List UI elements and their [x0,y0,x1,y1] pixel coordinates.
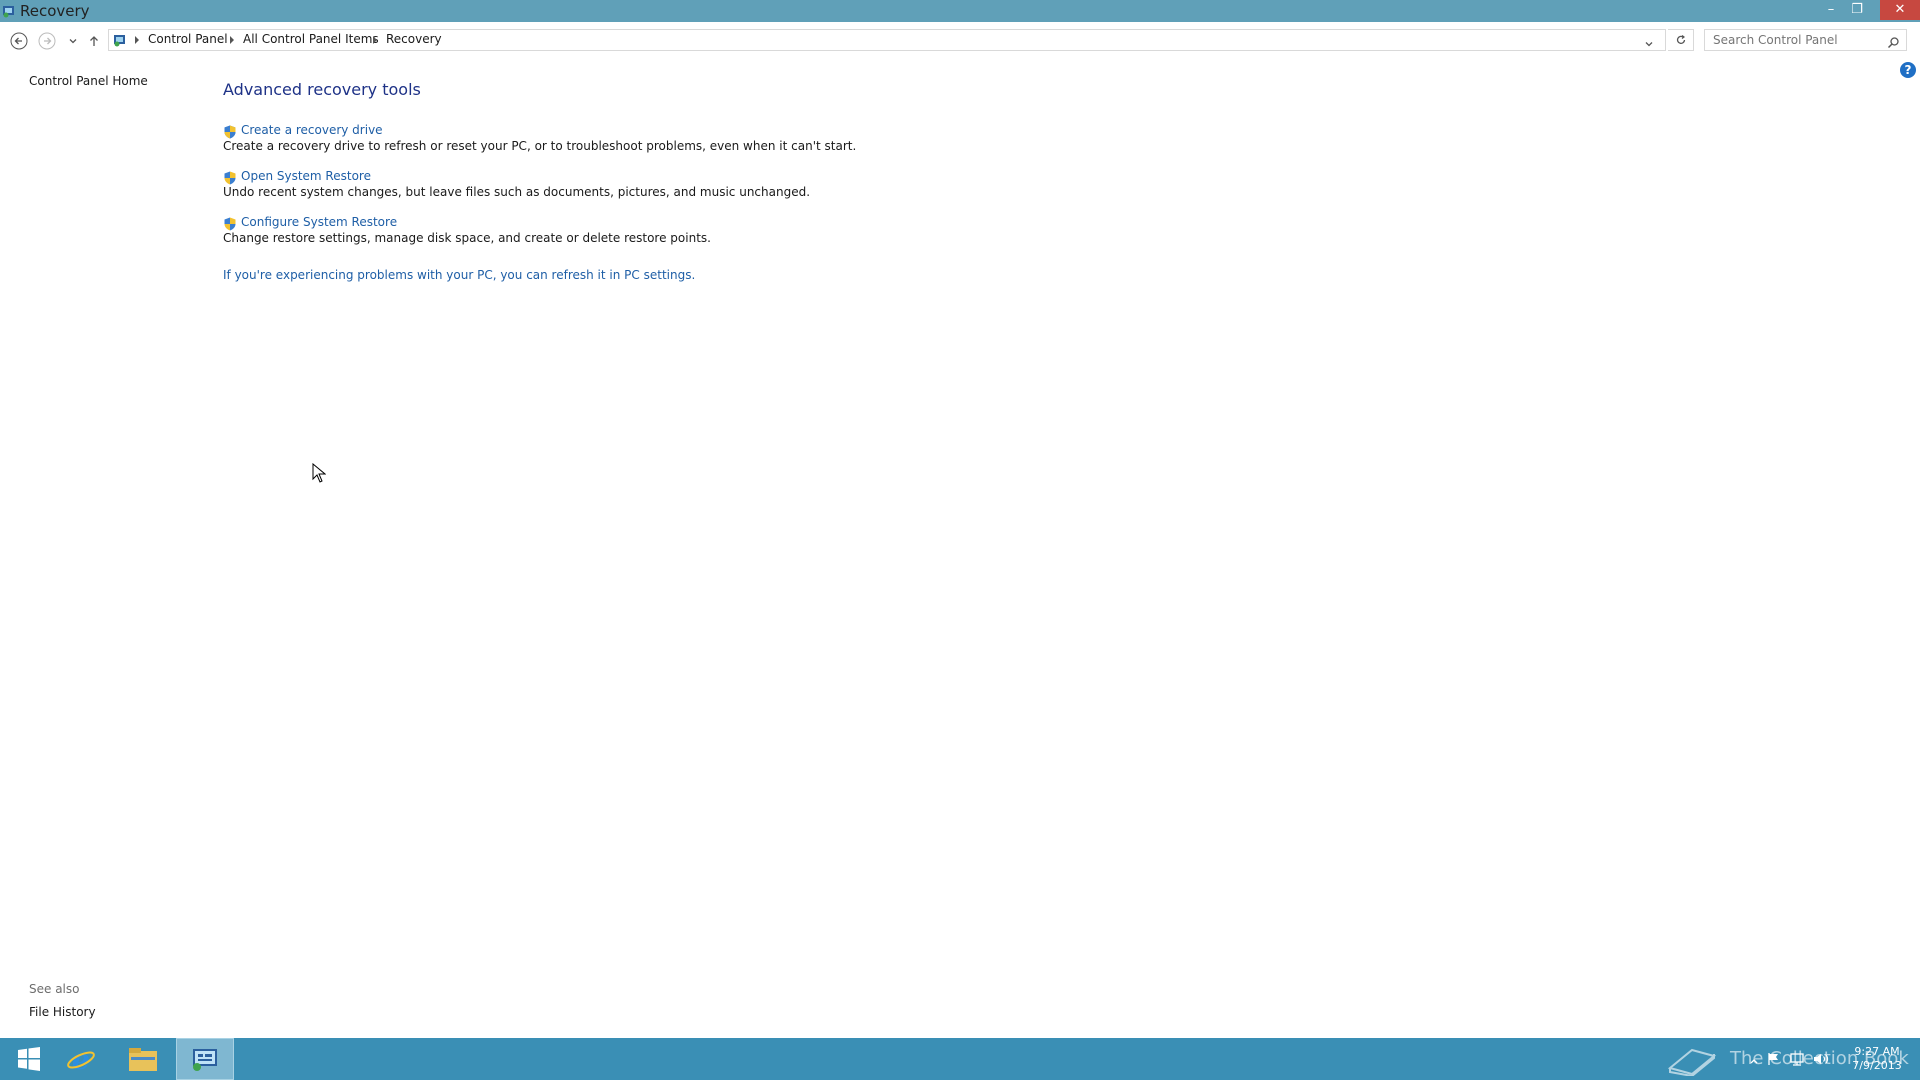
title-bar: Recovery – ❐ ✕ [0,0,1920,22]
breadcrumb-control-panel[interactable]: Control Panel [148,32,228,46]
back-button[interactable] [9,31,29,51]
internet-explorer-taskbar-button[interactable]: e [52,1038,110,1080]
refresh-icon [1676,35,1685,44]
recent-locations-dropdown[interactable] [63,31,83,51]
file-explorer-taskbar-button[interactable] [114,1038,172,1080]
search-icon[interactable] [1887,34,1900,53]
forward-button[interactable] [37,31,57,51]
window-title: Recovery [20,2,90,20]
svg-text:e: e [72,1044,90,1074]
show-hidden-icons-chevron-icon[interactable] [1749,1051,1759,1070]
refresh-pc-settings-link[interactable]: If you're experiencing problems with you… [223,268,695,282]
network-icon[interactable] [1789,1051,1805,1070]
close-button[interactable]: ✕ [1880,0,1920,20]
action-center-flag-icon[interactable] [1767,1051,1781,1070]
taskbar: e The Collection Book 9:27 AM 7/9/2013 [0,1038,1920,1080]
open-system-restore-link[interactable]: Open System Restore [241,169,371,183]
page-title: Advanced recovery tools [223,80,421,99]
address-history-dropdown[interactable] [1643,35,1655,54]
control-panel-home-link[interactable]: Control Panel Home [29,74,148,88]
control-panel-icon [193,1049,217,1071]
control-panel-icon [2,3,16,18]
back-arrow-icon [10,32,28,50]
clock-time: 9:27 AM [1854,1045,1900,1058]
breadcrumb-separator[interactable] [230,36,234,44]
book-logo-icon [1667,1048,1717,1078]
left-navigation-pane: Control Panel Home See also File History [0,58,215,1038]
breadcrumb-separator[interactable] [373,36,377,44]
search-input[interactable] [1711,32,1881,48]
windows-logo-icon [18,1047,40,1071]
breadcrumb-separator[interactable] [135,36,139,44]
volume-icon[interactable] [1813,1051,1829,1070]
system-clock[interactable]: 9:27 AM 7/9/2013 [1838,1045,1916,1073]
navigation-bar: Control Panel All Control Panel Items Re… [0,22,1920,58]
search-box[interactable] [1704,29,1907,51]
forward-arrow-icon [38,32,56,50]
breadcrumb-all-items[interactable]: All Control Panel Items [243,32,379,46]
folder-icon [129,1048,157,1071]
configure-system-restore-description: Change restore settings, manage disk spa… [223,231,711,245]
chevron-down-icon [69,39,77,44]
control-panel-taskbar-button[interactable] [176,1038,234,1080]
refresh-button[interactable] [1668,29,1694,51]
configure-system-restore-link[interactable]: Configure System Restore [241,215,397,229]
create-recovery-drive-link[interactable]: Create a recovery drive [241,123,383,137]
start-button[interactable] [0,1038,58,1080]
internet-explorer-icon: e [67,1044,95,1074]
open-system-restore-description: Undo recent system changes, but leave fi… [223,185,811,199]
breadcrumb-recovery[interactable]: Recovery [386,32,442,46]
address-box[interactable]: Control Panel All Control Panel Items Re… [108,29,1666,51]
file-history-link[interactable]: File History [29,1005,96,1019]
create-recovery-drive-description: Create a recovery drive to refresh or re… [223,139,857,153]
control-panel-location-icon [113,33,129,52]
chevron-down-icon [1645,42,1653,47]
restore-button[interactable]: ❐ [1844,0,1870,20]
up-arrow-icon [90,36,98,46]
mouse-cursor-icon [312,462,327,487]
help-icon[interactable]: ? [1900,62,1916,78]
watermark: The Collection Book [1666,1042,1909,1078]
minimize-button[interactable]: – [1818,0,1844,20]
clock-date: 7/9/2013 [1852,1059,1902,1072]
see-also-heading: See also [29,982,80,996]
up-button[interactable] [84,31,104,51]
